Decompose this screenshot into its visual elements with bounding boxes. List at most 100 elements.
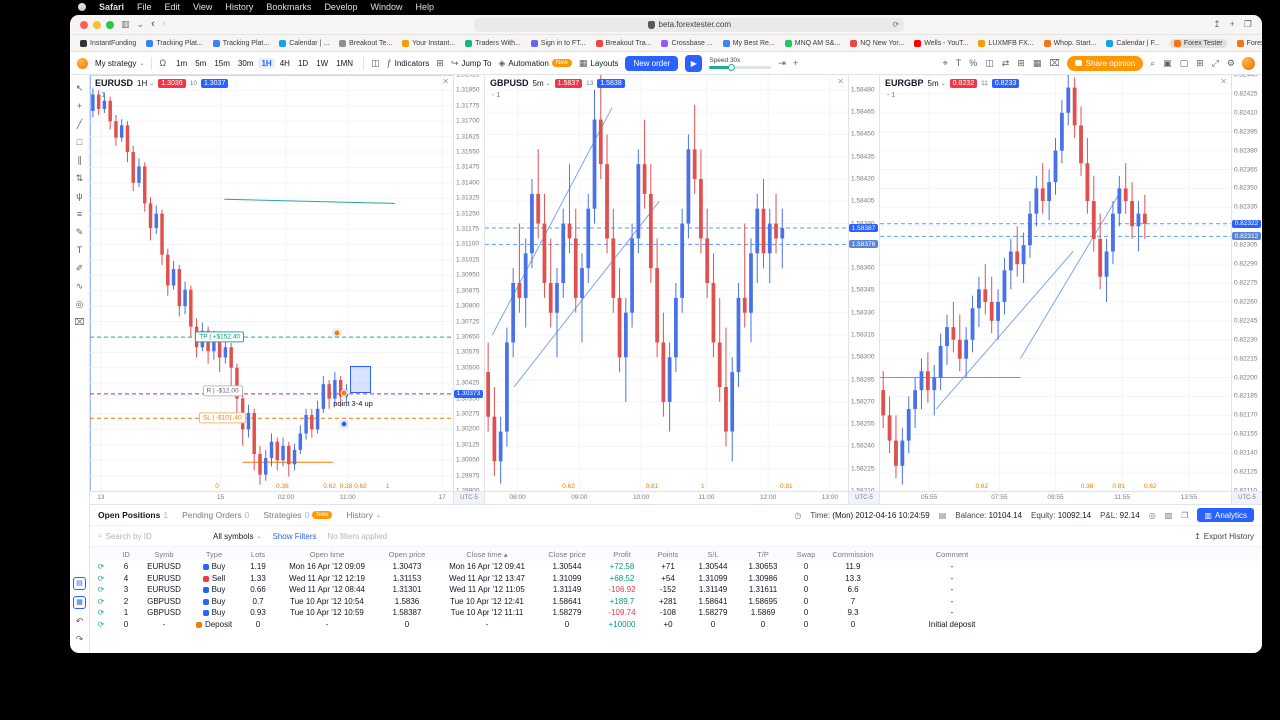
symbol-label[interactable]: EURGBP xyxy=(885,78,924,88)
chart-timeframe[interactable]: 1H ⌄ xyxy=(137,79,154,88)
pitchfork-tool[interactable]: ψ xyxy=(73,190,87,202)
time-axis[interactable]: 13 15 02:00 11:00 17 xyxy=(90,491,453,504)
forextester-logo[interactable] xyxy=(77,57,88,69)
sell-price-badge[interactable]: 1.3036 xyxy=(158,78,186,88)
menu-item-file[interactable]: File xyxy=(137,2,152,12)
candle-style-icon[interactable]: ◫ xyxy=(985,58,994,68)
bookmark-item[interactable]: Wells - YouT... xyxy=(914,39,968,47)
column-header-profit[interactable]: Profit xyxy=(596,547,648,561)
tab-overview-icon[interactable]: ❐ xyxy=(1244,20,1252,29)
grid-layout-icon[interactable]: ⊞ xyxy=(1017,58,1025,68)
buy-price-badge[interactable]: 1.3037 xyxy=(200,78,229,88)
chart-timeframe[interactable]: 5m ⌄ xyxy=(533,79,551,88)
chart-timeframe[interactable]: 5m ⌄ xyxy=(928,79,946,88)
arrows-tool[interactable]: ⇅ xyxy=(73,172,87,184)
layouts-button[interactable]: ▦ Layouts xyxy=(579,58,619,68)
forward-icon[interactable]: › xyxy=(162,19,166,30)
bookmark-item[interactable]: InstantFunding xyxy=(80,39,136,47)
symbol-label[interactable]: EURUSD xyxy=(95,78,133,88)
visibility-tool[interactable]: ◎ xyxy=(73,298,87,310)
apps-icon[interactable]: ⊞ xyxy=(1196,58,1204,68)
automation-button[interactable]: ◈ Automation New xyxy=(498,58,572,68)
timeframe-1w[interactable]: 1W xyxy=(313,58,331,69)
speed-slider[interactable] xyxy=(709,64,772,71)
bookmark-item[interactable]: Sign in to FT... xyxy=(530,39,586,47)
selection-box[interactable] xyxy=(349,366,372,394)
channel-tool[interactable]: ∥ xyxy=(73,154,87,166)
slider-knob[interactable] xyxy=(727,64,735,71)
bookmark-item[interactable]: My Best Re... xyxy=(722,39,775,47)
table-row[interactable]: ⟳ 2 GBPUSD Buy 0.7 Tue 10 Apr '12 10:54 1.5836… xyxy=(90,596,1262,608)
drag-handle[interactable] xyxy=(340,389,348,397)
minimize-window-button[interactable] xyxy=(93,20,101,29)
menu-item-bookmarks[interactable]: Bookmarks xyxy=(266,2,311,12)
zoom-window-button[interactable] xyxy=(106,20,114,29)
time-axis[interactable]: 05:55 07:55 09:55 11:55 13:55 xyxy=(880,491,1231,504)
price-scale[interactable]: 1.299001.299751.300501.301251.302001.302… xyxy=(453,75,484,495)
column-header-close-price[interactable]: Close price xyxy=(538,547,596,561)
bookmark-item[interactable]: Tracking Plat... xyxy=(146,39,203,47)
menu-item-window[interactable]: Window xyxy=(370,2,402,12)
price-scale[interactable]: 1.582101.582251.582401.582551.582701.582… xyxy=(848,75,879,495)
url-bar[interactable]: beta.forextester.com ⟳ xyxy=(474,17,905,32)
crosshair-tool[interactable]: + xyxy=(73,100,87,112)
restore-chart-icon[interactable]: ⟳ xyxy=(98,562,105,571)
analytics-button[interactable]: ▥ Analytics xyxy=(1197,508,1254,522)
windows-icon[interactable]: ❐ xyxy=(1181,511,1188,520)
column-header-open-price[interactable]: Open price xyxy=(378,547,436,561)
percent-scale-icon[interactable]: % xyxy=(969,58,977,68)
chart-canvas[interactable]: 0.62 0.81 1 0.81 xyxy=(485,75,848,491)
bookmark-item[interactable]: NQ New Yor... xyxy=(850,39,904,47)
cursor-tool[interactable]: ↖ xyxy=(73,82,87,94)
timeframe-5m[interactable]: 5m xyxy=(192,58,209,69)
tab-history[interactable]: History ⌄ xyxy=(346,510,380,520)
table-row[interactable]: ⟳ 3 EURUSD Buy 0.66 Wed 11 Apr '12 08:44 1.313… xyxy=(90,584,1262,596)
share-icon[interactable]: ↥ xyxy=(1213,20,1221,29)
settings-icon[interactable]: ⚙ xyxy=(1227,58,1235,68)
bookmark-item[interactable]: Whop. Start... xyxy=(1043,39,1096,47)
crosshair-icon[interactable]: ⌖ xyxy=(943,58,948,68)
bookmark-item[interactable]: Your Instant... xyxy=(402,39,455,47)
menu-item-edit[interactable]: Edit xyxy=(165,2,181,12)
symbol-label[interactable]: GBPUSD xyxy=(490,78,529,88)
chart-close-icon[interactable]: ✕ xyxy=(837,77,844,86)
sell-price-badge[interactable]: 0.8232 xyxy=(949,78,978,88)
sell-price-badge[interactable]: 1.5837 xyxy=(554,78,583,88)
column-header-symb[interactable]: Symb xyxy=(140,547,188,561)
column-header-swap[interactable]: Swap xyxy=(788,547,824,561)
journal-icon[interactable]: ▧ xyxy=(1165,511,1173,520)
restore-chart-icon[interactable]: ⟳ xyxy=(98,608,105,617)
rectangle-tool[interactable]: □ xyxy=(73,136,87,148)
undo-icon[interactable]: ↶ xyxy=(73,615,87,627)
chart-close-icon[interactable]: ✕ xyxy=(442,77,449,86)
delete-drawings-tool[interactable]: ⌧ xyxy=(73,316,87,328)
grid-icon[interactable]: ⊞ xyxy=(436,58,444,68)
bookmark-item[interactable]: Calendar | ... xyxy=(279,39,329,47)
chart-close-icon[interactable]: ✕ xyxy=(1220,77,1227,86)
brush-tool[interactable]: ✐ xyxy=(73,262,87,274)
notes-panel-icon[interactable]: ▤ xyxy=(73,577,86,590)
bookmark-item[interactable]: MNQ AM S&... xyxy=(784,39,840,47)
tab-strategies[interactable]: Strategies 0 New xyxy=(263,510,333,520)
search-icon[interactable]: ⌕ xyxy=(1150,58,1155,68)
drag-handle[interactable] xyxy=(333,329,341,337)
pencil-tool[interactable]: ✎ xyxy=(73,226,87,238)
window-controls[interactable] xyxy=(80,20,114,29)
column-header-commission[interactable]: Commission xyxy=(824,547,882,561)
restore-chart-icon[interactable]: ⟳ xyxy=(98,574,105,583)
share-opinion-button[interactable]: Share opinion xyxy=(1066,55,1144,71)
text-cursor-icon[interactable]: T xyxy=(956,58,962,68)
bookmark-item[interactable]: Calendar | F... xyxy=(1106,39,1160,47)
object-tree-label[interactable]: - 1 xyxy=(492,92,500,99)
table-row[interactable]: ⟳ 4 EURUSD Sell 1.33 Wed 11 Apr '12 12:19 1.31… xyxy=(90,573,1262,585)
menu-item-help[interactable]: Help xyxy=(415,2,434,12)
jump-to-button[interactable]: ↪ Jump To xyxy=(451,58,492,68)
bookmark-item[interactable]: Breakout Te... xyxy=(339,39,392,47)
redo-icon[interactable]: ↷ xyxy=(73,633,87,645)
column-header-type[interactable]: Type xyxy=(188,547,240,561)
eraser-icon[interactable]: ⌧ xyxy=(1049,58,1059,68)
sidebar-toggle-icon[interactable]: ▥ xyxy=(121,20,130,29)
time-axis[interactable]: 08:00 09:00 10:00 11:00 12:00 13:00 xyxy=(485,491,848,504)
reload-icon[interactable]: ⟳ xyxy=(893,20,900,29)
buy-price-badge[interactable]: 1.5838 xyxy=(597,78,625,88)
